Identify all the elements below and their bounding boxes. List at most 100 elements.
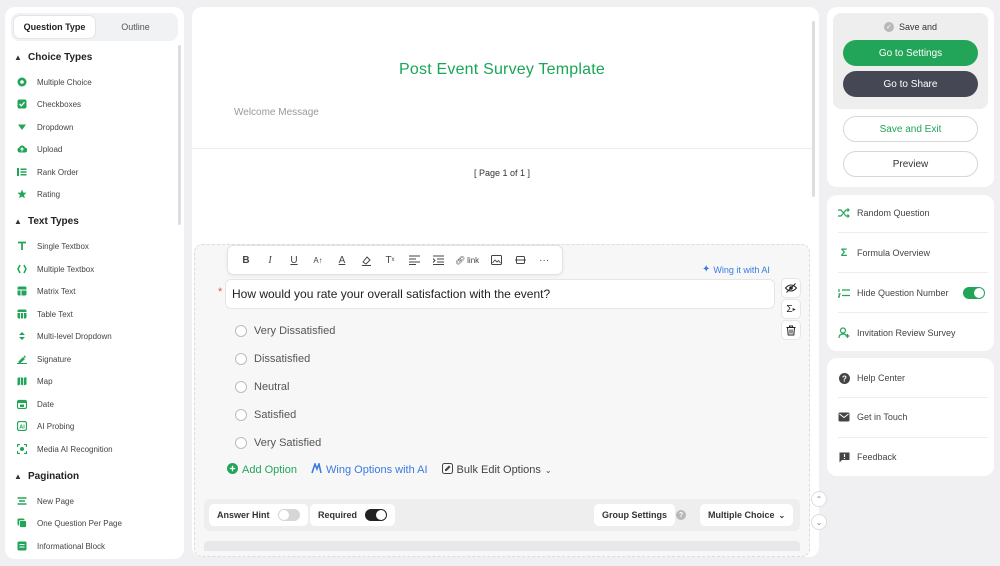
survey-title[interactable]: Post Event Survey Template <box>192 61 812 79</box>
feedback-item[interactable]: Feedback <box>838 450 897 464</box>
qtype-checkboxes[interactable]: Checkboxes <box>17 97 81 111</box>
chevron-down-icon: ⌄ <box>544 465 552 475</box>
required-toggle[interactable] <box>365 509 388 521</box>
qtype-multi-level-dropdown[interactable]: Multi-level Dropdown <box>17 329 112 343</box>
delete-icon[interactable] <box>781 320 801 340</box>
format-toolbar: B I U A↑ A Tx 🔗︎ link ··· <box>227 245 563 275</box>
wing-options-label: Wing Options with AI <box>326 464 428 476</box>
bulk-edit-icon <box>441 463 453 477</box>
invitation-review-survey-item[interactable]: Invitation Review Survey <box>838 326 956 340</box>
help-center-item[interactable]: ? Help Center <box>838 371 905 385</box>
qtype-label: Rating <box>37 189 61 199</box>
hide-question-number-item[interactable]: Hide Question Number <box>838 286 949 300</box>
random-question-item[interactable]: Random Question <box>838 206 930 220</box>
align-left-icon[interactable] <box>404 250 424 270</box>
image-icon[interactable] <box>486 250 506 270</box>
qtype-label: Checkboxes <box>37 99 82 109</box>
formula-icon[interactable]: Σ ▸ <box>781 299 801 319</box>
scroll-up-icon[interactable]: ⌃ <box>811 491 827 507</box>
signature-icon <box>17 354 27 364</box>
radio-button[interactable] <box>235 409 247 421</box>
question-text-input[interactable]: How would you rate your overall satisfac… <box>225 279 775 309</box>
more-icon[interactable]: ··· <box>534 250 554 270</box>
qtype-upload[interactable]: Upload <box>17 142 62 156</box>
save-and-exit-button[interactable]: Save and Exit <box>843 116 978 142</box>
option-satisfied[interactable]: Satisfied <box>235 407 296 423</box>
qtype-media-ai-recognition[interactable]: Media AI Recognition <box>17 442 113 456</box>
qtype-one-question-per-page[interactable]: One Question Per Page <box>17 516 122 530</box>
add-option-button[interactable]: Add Option <box>227 463 297 477</box>
font-size-button[interactable]: A↑ <box>308 250 328 270</box>
qtype-multiple-choice[interactable]: Multiple Choice <box>17 75 92 89</box>
qtype-new-page[interactable]: New Page <box>17 494 74 508</box>
tab-outline[interactable]: Outline <box>95 16 176 38</box>
svg-text:AI: AI <box>19 424 25 430</box>
preview-button[interactable]: Preview <box>843 151 978 177</box>
go-to-share-button[interactable]: Go to Share <box>843 71 978 97</box>
wing-options-ai-button[interactable]: Wing Options with AI <box>311 461 428 477</box>
qtype-ai-probing[interactable]: AI AI Probing <box>17 419 74 433</box>
canvas-scrollbar[interactable] <box>812 21 815 197</box>
qtype-map[interactable]: Map <box>17 374 53 388</box>
qtype-label: Date <box>37 399 54 409</box>
required-button[interactable]: Required <box>310 504 396 526</box>
group-choice-types[interactable]: ▲ Choice Types <box>14 50 92 64</box>
qtype-dropdown[interactable]: Dropdown <box>17 120 73 134</box>
help-icon[interactable]: ? <box>676 510 686 520</box>
panel-tab-switch: Question Type Outline <box>11 13 178 41</box>
divider <box>838 272 988 273</box>
divider <box>838 312 988 313</box>
qtype-rank-order[interactable]: Rank Order <box>17 165 78 179</box>
option-very-satisfied[interactable]: Very Satisfied <box>235 435 321 451</box>
qtype-multiple-textbox[interactable]: Multiple Textbox <box>17 262 94 276</box>
qtype-rating[interactable]: Rating <box>17 187 60 201</box>
braces-icon <box>17 264 27 274</box>
bold-button[interactable]: B <box>236 250 256 270</box>
link-button[interactable]: 🔗︎ link <box>452 250 482 270</box>
qtype-single-textbox[interactable]: Single Textbox <box>17 239 89 253</box>
group-settings-button[interactable]: Group Settings <box>594 504 675 526</box>
wing-it-ai-button[interactable]: ✦ Wing it with AI <box>702 264 770 275</box>
qtype-informational-block[interactable]: Informational Block <box>17 539 105 553</box>
font-color-button[interactable]: A <box>332 250 352 270</box>
text-icon <box>17 241 27 251</box>
visibility-icon[interactable] <box>781 278 801 298</box>
clear-format-icon[interactable]: Tx <box>380 250 400 270</box>
highlight-icon[interactable] <box>356 250 376 270</box>
get-in-touch-item[interactable]: Get in Touch <box>838 410 907 424</box>
indent-icon[interactable] <box>428 250 448 270</box>
group-text-types[interactable]: ▲ Text Types <box>14 214 79 228</box>
radio-icon <box>17 77 27 87</box>
qtype-date[interactable]: Date <box>17 397 54 411</box>
tool-label: Hide Question Number <box>857 288 949 298</box>
option-dissatisfied[interactable]: Dissatisfied <box>235 351 310 367</box>
qtype-table-text[interactable]: Table Text <box>17 307 73 321</box>
left-scrollbar[interactable] <box>178 45 181 225</box>
welcome-message[interactable]: Welcome Message <box>234 107 319 118</box>
option-neutral[interactable]: Neutral <box>235 379 289 395</box>
option-very-dissatisfied[interactable]: Very Dissatisfied <box>235 323 335 339</box>
hide-question-number-toggle[interactable] <box>963 287 985 299</box>
scroll-down-icon[interactable]: ⌄ <box>811 514 827 530</box>
group-title: Choice Types <box>28 51 93 63</box>
italic-button[interactable]: I <box>260 250 280 270</box>
radio-button[interactable] <box>235 381 247 393</box>
shuffle-icon <box>838 207 850 219</box>
radio-button[interactable] <box>235 325 247 337</box>
tab-question-type[interactable]: Question Type <box>14 16 95 38</box>
embed-icon[interactable] <box>510 250 530 270</box>
answer-hint-button[interactable]: Answer Hint <box>209 504 308 526</box>
formula-overview-item[interactable]: Σ Formula Overview <box>838 246 930 260</box>
group-pagination[interactable]: ▲ Pagination <box>14 469 79 483</box>
go-to-settings-button[interactable]: Go to Settings <box>843 40 978 66</box>
radio-button[interactable] <box>235 437 247 449</box>
question-type-select[interactable]: Multiple Choice ⌄ <box>700 504 794 526</box>
qtype-label: New Page <box>37 496 74 506</box>
qtype-label: Media AI Recognition <box>37 444 113 454</box>
radio-button[interactable] <box>235 353 247 365</box>
bulk-edit-button[interactable]: Bulk Edit Options ⌄ <box>441 463 552 477</box>
qtype-matrix-text[interactable]: Matrix Text <box>17 284 76 298</box>
answer-hint-toggle[interactable] <box>277 509 300 521</box>
qtype-signature[interactable]: Signature <box>17 352 71 366</box>
underline-button[interactable]: U <box>284 250 304 270</box>
